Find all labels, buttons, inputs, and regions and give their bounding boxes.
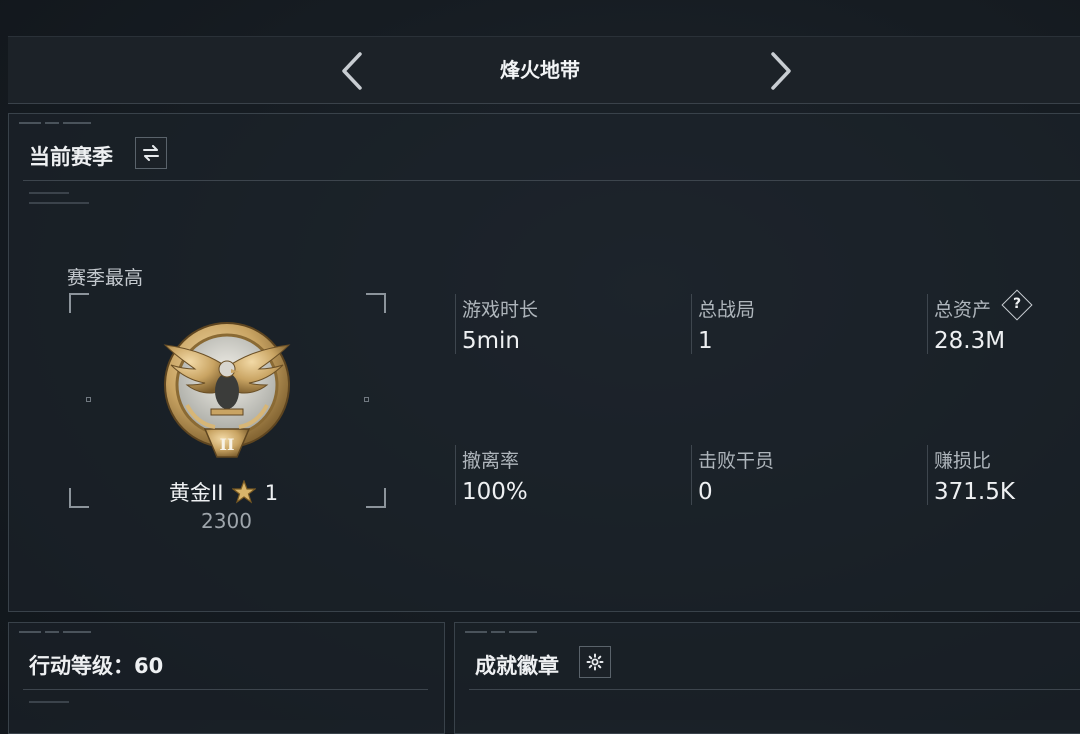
season-best-label: 赛季最高 <box>67 267 144 289</box>
stat-label-extract-rate: 撤离率 <box>462 450 520 472</box>
rank-stars: 1 <box>264 481 279 505</box>
achievement-badges-title: 成就徽章 <box>475 654 559 678</box>
gold-eagle-medal-icon: II <box>163 322 291 458</box>
stat-value-kills: 0 <box>698 479 713 505</box>
stat-value-profit-ratio: 371.5K <box>934 479 1015 505</box>
stat-divider <box>927 445 928 505</box>
action-level-title: 行动等级：60 <box>29 654 164 678</box>
mode-title: 烽火地带 <box>500 58 580 82</box>
decor-microtext <box>465 631 555 635</box>
stat-label-playtime: 游戏时长 <box>462 299 539 321</box>
badge-settings-button[interactable] <box>579 646 611 678</box>
stat-value-playtime: 5min <box>462 328 521 354</box>
stat-divider <box>455 294 456 354</box>
question-icon: ? <box>1012 296 1022 312</box>
stat-value-matches: 1 <box>698 328 713 354</box>
decor-lines <box>29 192 89 212</box>
swap-arrows-icon <box>143 145 159 161</box>
header-divider <box>469 689 1080 690</box>
svg-text:II: II <box>220 435 235 454</box>
season-title: 当前赛季 <box>29 145 113 169</box>
decor-microtext <box>19 631 109 635</box>
mode-selector-bar: 烽火地带 <box>8 36 1080 104</box>
star-icon <box>231 479 257 504</box>
assets-help-button[interactable]: ? <box>1001 289 1033 321</box>
rank-line: 黄金II 1 <box>169 477 309 507</box>
stat-divider <box>927 294 928 354</box>
header-divider <box>23 689 428 690</box>
rank-score: 2300 <box>201 509 252 533</box>
stat-divider <box>455 445 456 505</box>
stat-label-profit-ratio: 赚损比 <box>934 450 992 472</box>
decor-lines <box>29 701 89 711</box>
header-divider <box>23 180 1080 181</box>
switch-season-button[interactable] <box>135 137 167 169</box>
current-season-panel: 当前赛季 赛季最高 II 黄金II 1 2300 游戏时长 5min 总战局 1… <box>8 113 1080 612</box>
achievement-badges-panel[interactable]: 成就徽章 <box>454 622 1080 734</box>
chevron-right-icon <box>771 52 791 90</box>
stat-label-kills: 击败干员 <box>698 450 775 472</box>
gear-icon <box>586 653 604 671</box>
stat-label-matches: 总战局 <box>698 299 756 321</box>
stat-divider <box>691 294 692 354</box>
rank-name: 黄金II <box>169 481 224 505</box>
stat-label-assets: 总资产 <box>934 299 992 321</box>
action-level-panel[interactable]: 行动等级：60 <box>8 622 445 734</box>
decor-microtext <box>19 122 109 126</box>
stat-value-assets: 28.3M <box>934 328 1006 354</box>
profile-screen: { "header": { "title": "烽火地带" }, "season… <box>0 0 1080 734</box>
stat-value-extract-rate: 100% <box>462 479 528 505</box>
stat-divider <box>691 445 692 505</box>
next-mode-button[interactable] <box>765 51 795 91</box>
